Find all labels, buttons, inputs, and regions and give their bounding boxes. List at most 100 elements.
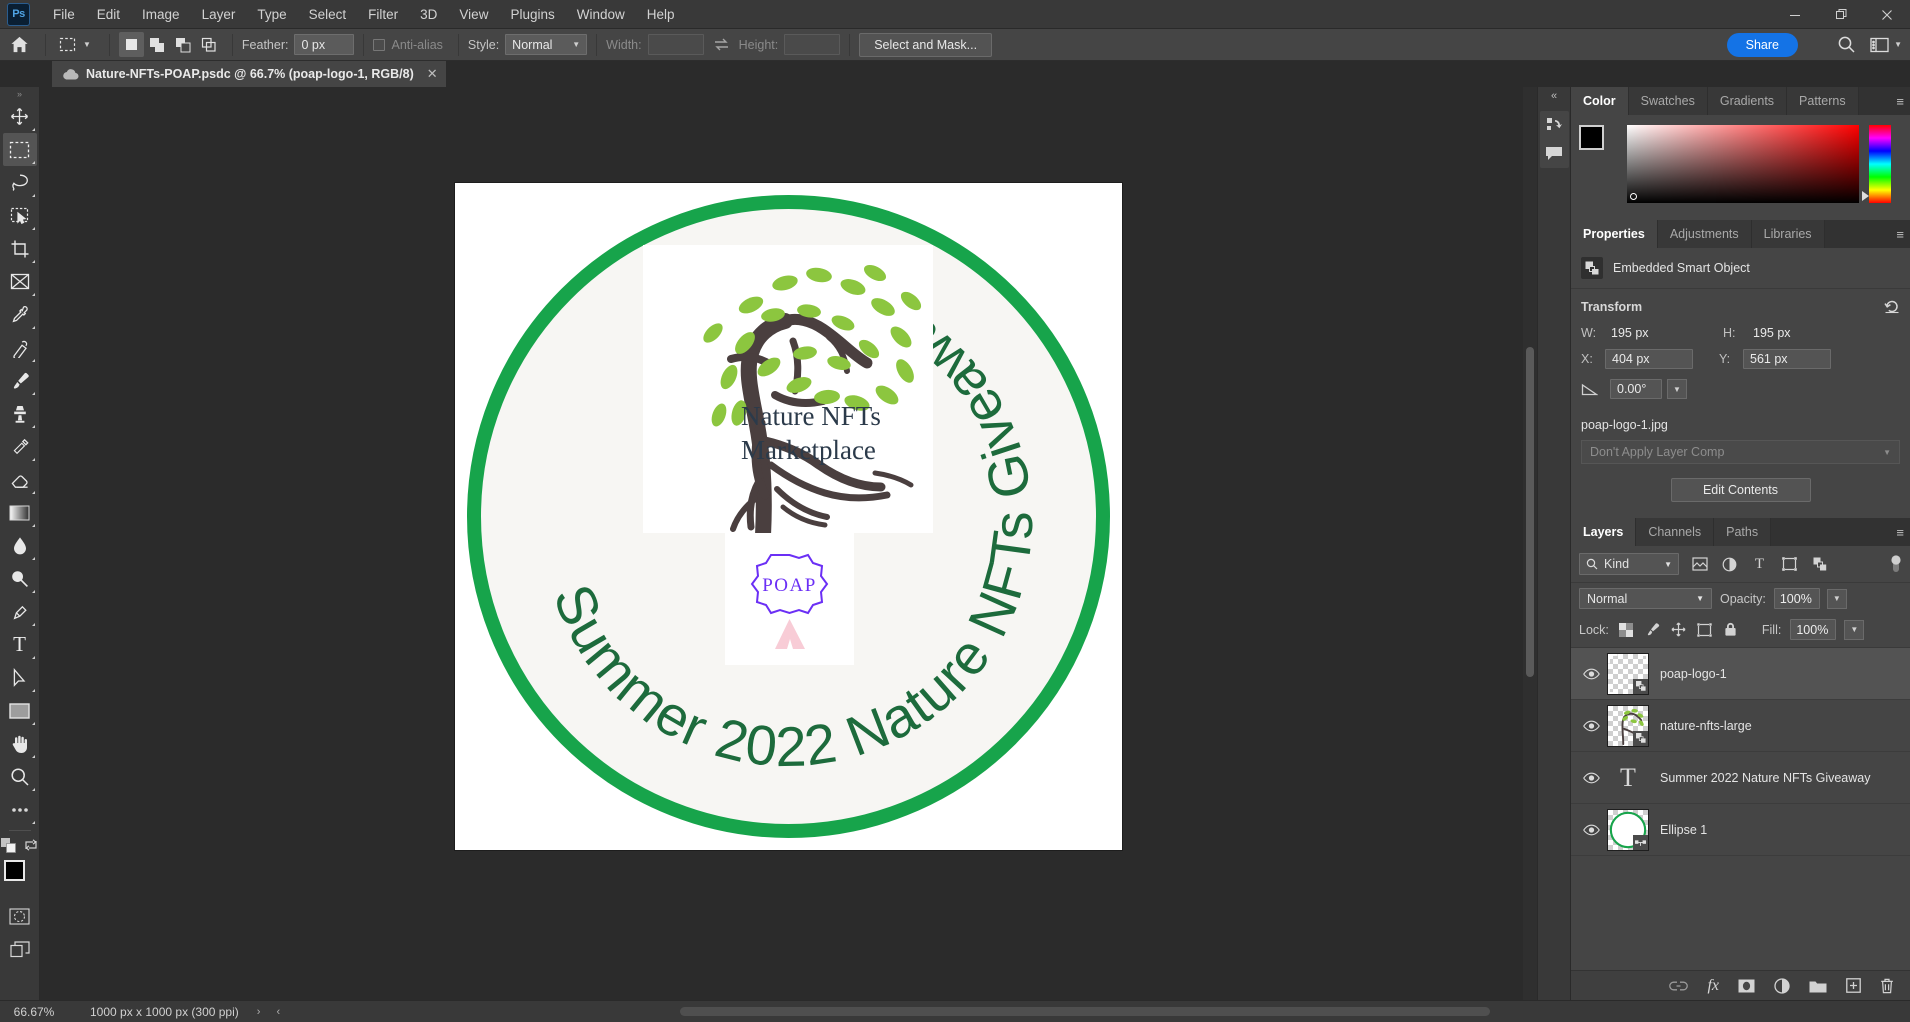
delete-layer-icon[interactable] [1880,978,1894,994]
crop-tool[interactable] [3,232,37,265]
edit-contents-button[interactable]: Edit Contents [1670,478,1811,502]
pen-tool[interactable] [3,595,37,628]
libraries-icon[interactable] [1546,117,1563,134]
clone-stamp-tool[interactable] [3,397,37,430]
layer-thumbnail[interactable] [1607,704,1649,747]
new-group-icon[interactable] [1809,979,1827,993]
opacity-input[interactable]: 100% [1773,588,1820,609]
layer-name[interactable]: nature-nfts-large [1660,719,1752,733]
new-selection-button[interactable] [118,32,144,57]
layer-thumbnail[interactable] [1607,808,1649,851]
layer-visibility-toggle[interactable] [1575,668,1607,680]
collapse-panels-icon[interactable]: « [1551,90,1557,106]
angle-input[interactable]: 0.00° [1610,379,1662,399]
quick-mask-mode-icon[interactable] [3,900,37,933]
menu-3d[interactable]: 3D [409,2,448,27]
color-swatches[interactable] [3,859,37,893]
add-layer-mask-icon[interactable] [1738,979,1755,993]
zoom-tool[interactable] [3,760,37,793]
blend-mode-select[interactable]: Normal ▼ [1579,588,1712,609]
panel-menu-icon[interactable]: ≡ [1896,227,1904,242]
hue-slider[interactable] [1862,125,1891,203]
filter-adjustment-icon[interactable] [1720,555,1739,574]
eyedropper-tool[interactable] [3,298,37,331]
height-value[interactable]: 195 px [1747,323,1821,343]
search-icon[interactable] [1837,35,1856,54]
object-selection-tool[interactable] [3,199,37,232]
dodge-tool[interactable] [3,562,37,595]
lasso-tool[interactable] [3,166,37,199]
table-row[interactable]: nature-nfts-large [1571,700,1910,752]
layer-visibility-toggle[interactable] [1575,824,1607,836]
height-input[interactable] [784,34,841,55]
menu-plugins[interactable]: Plugins [499,2,565,27]
table-row[interactable]: poap-logo-1 [1571,648,1910,700]
zoom-level[interactable]: 66.67% [0,1005,68,1019]
filter-shape-icon[interactable] [1780,555,1799,574]
path-selection-tool[interactable] [3,661,37,694]
layer-style-fx-icon[interactable]: fx [1707,977,1719,995]
menu-image[interactable]: Image [131,2,191,27]
menu-file[interactable]: File [42,2,86,27]
screen-mode-icon[interactable] [3,933,37,966]
tab-properties[interactable]: Properties [1571,220,1658,248]
new-layer-icon[interactable] [1846,978,1861,993]
anti-alias-checkbox[interactable] [373,38,386,51]
spot-healing-brush-tool[interactable] [3,331,37,364]
eraser-tool[interactable] [3,463,37,496]
menu-view[interactable]: View [448,2,499,27]
x-input[interactable]: 404 px [1605,349,1693,369]
new-fill-adjustment-layer-icon[interactable] [1774,977,1790,994]
gradient-tool[interactable] [3,496,37,529]
marquee-tool-preset-icon[interactable] [55,32,80,57]
select-and-mask-button[interactable]: Select and Mask... [859,32,993,57]
table-row[interactable]: T Summer 2022 Nature NFTs Giveaway [1571,752,1910,804]
tab-color[interactable]: Color [1571,87,1629,115]
layer-name[interactable]: Ellipse 1 [1660,823,1707,837]
layer-visibility-toggle[interactable] [1575,772,1607,784]
status-collapse-icon[interactable]: ‹ [276,1006,280,1018]
color-field[interactable] [1627,125,1859,203]
status-expand-icon[interactable]: › [257,1006,261,1018]
layer-name[interactable]: Summer 2022 Nature NFTs Giveaway [1660,771,1871,785]
rectangle-tool[interactable] [3,694,37,727]
table-row[interactable]: Ellipse 1 [1571,804,1910,856]
width-input[interactable] [647,34,704,55]
layer-list[interactable]: poap-logo-1 nature-nfts-large T Summer 2… [1571,648,1910,970]
opacity-chevron-down-icon[interactable]: ▼ [1826,588,1847,609]
filter-smart-object-icon[interactable] [1810,555,1829,574]
share-button[interactable]: Share [1726,32,1798,57]
filter-pixel-icon[interactable] [1690,555,1709,574]
menu-window[interactable]: Window [566,2,636,27]
intersect-with-selection-button[interactable] [197,32,222,57]
artboard[interactable]: Summer 2022 Nature NFTs Giveaway [455,183,1122,850]
panel-menu-icon[interactable]: ≡ [1896,94,1904,109]
type-layer-icon[interactable]: T [1607,757,1649,799]
comments-icon[interactable] [1545,146,1563,162]
horizontal-type-tool[interactable]: T [3,628,37,661]
swap-foreground-background-icon[interactable] [24,838,38,852]
document-tab[interactable]: Nature-NFTs-POAP.psdc @ 66.7% (poap-logo… [52,61,447,87]
swap-width-height-icon[interactable] [713,37,730,52]
add-to-selection-button[interactable] [145,32,170,57]
home-icon[interactable] [6,32,32,58]
layer-name[interactable]: poap-logo-1 [1660,667,1727,681]
canvas-horizontal-scrollbar[interactable] [680,1007,1490,1016]
brush-tool[interactable] [3,364,37,397]
panel-menu-icon[interactable]: ≡ [1896,525,1904,540]
feather-input[interactable]: 0 px [294,34,355,55]
menu-help[interactable]: Help [636,2,686,27]
workspace-switcher-icon[interactable]: ▼ [1870,37,1902,53]
layer-visibility-toggle[interactable] [1575,720,1607,732]
frame-tool[interactable] [3,265,37,298]
filter-kind-select[interactable]: Kind ▼ [1579,553,1679,575]
tab-patterns[interactable]: Patterns [1787,87,1859,115]
default-foreground-background-icon[interactable] [1,837,16,853]
minimize-button[interactable] [1772,0,1818,29]
scrollbar-thumb[interactable] [1526,347,1534,677]
lock-all-icon[interactable] [1722,621,1739,638]
y-input[interactable]: 561 px [1743,349,1831,369]
tab-swatches[interactable]: Swatches [1628,87,1708,115]
tab-layers[interactable]: Layers [1571,518,1637,546]
tool-preset-chevron-icon[interactable]: ▼ [83,40,91,49]
